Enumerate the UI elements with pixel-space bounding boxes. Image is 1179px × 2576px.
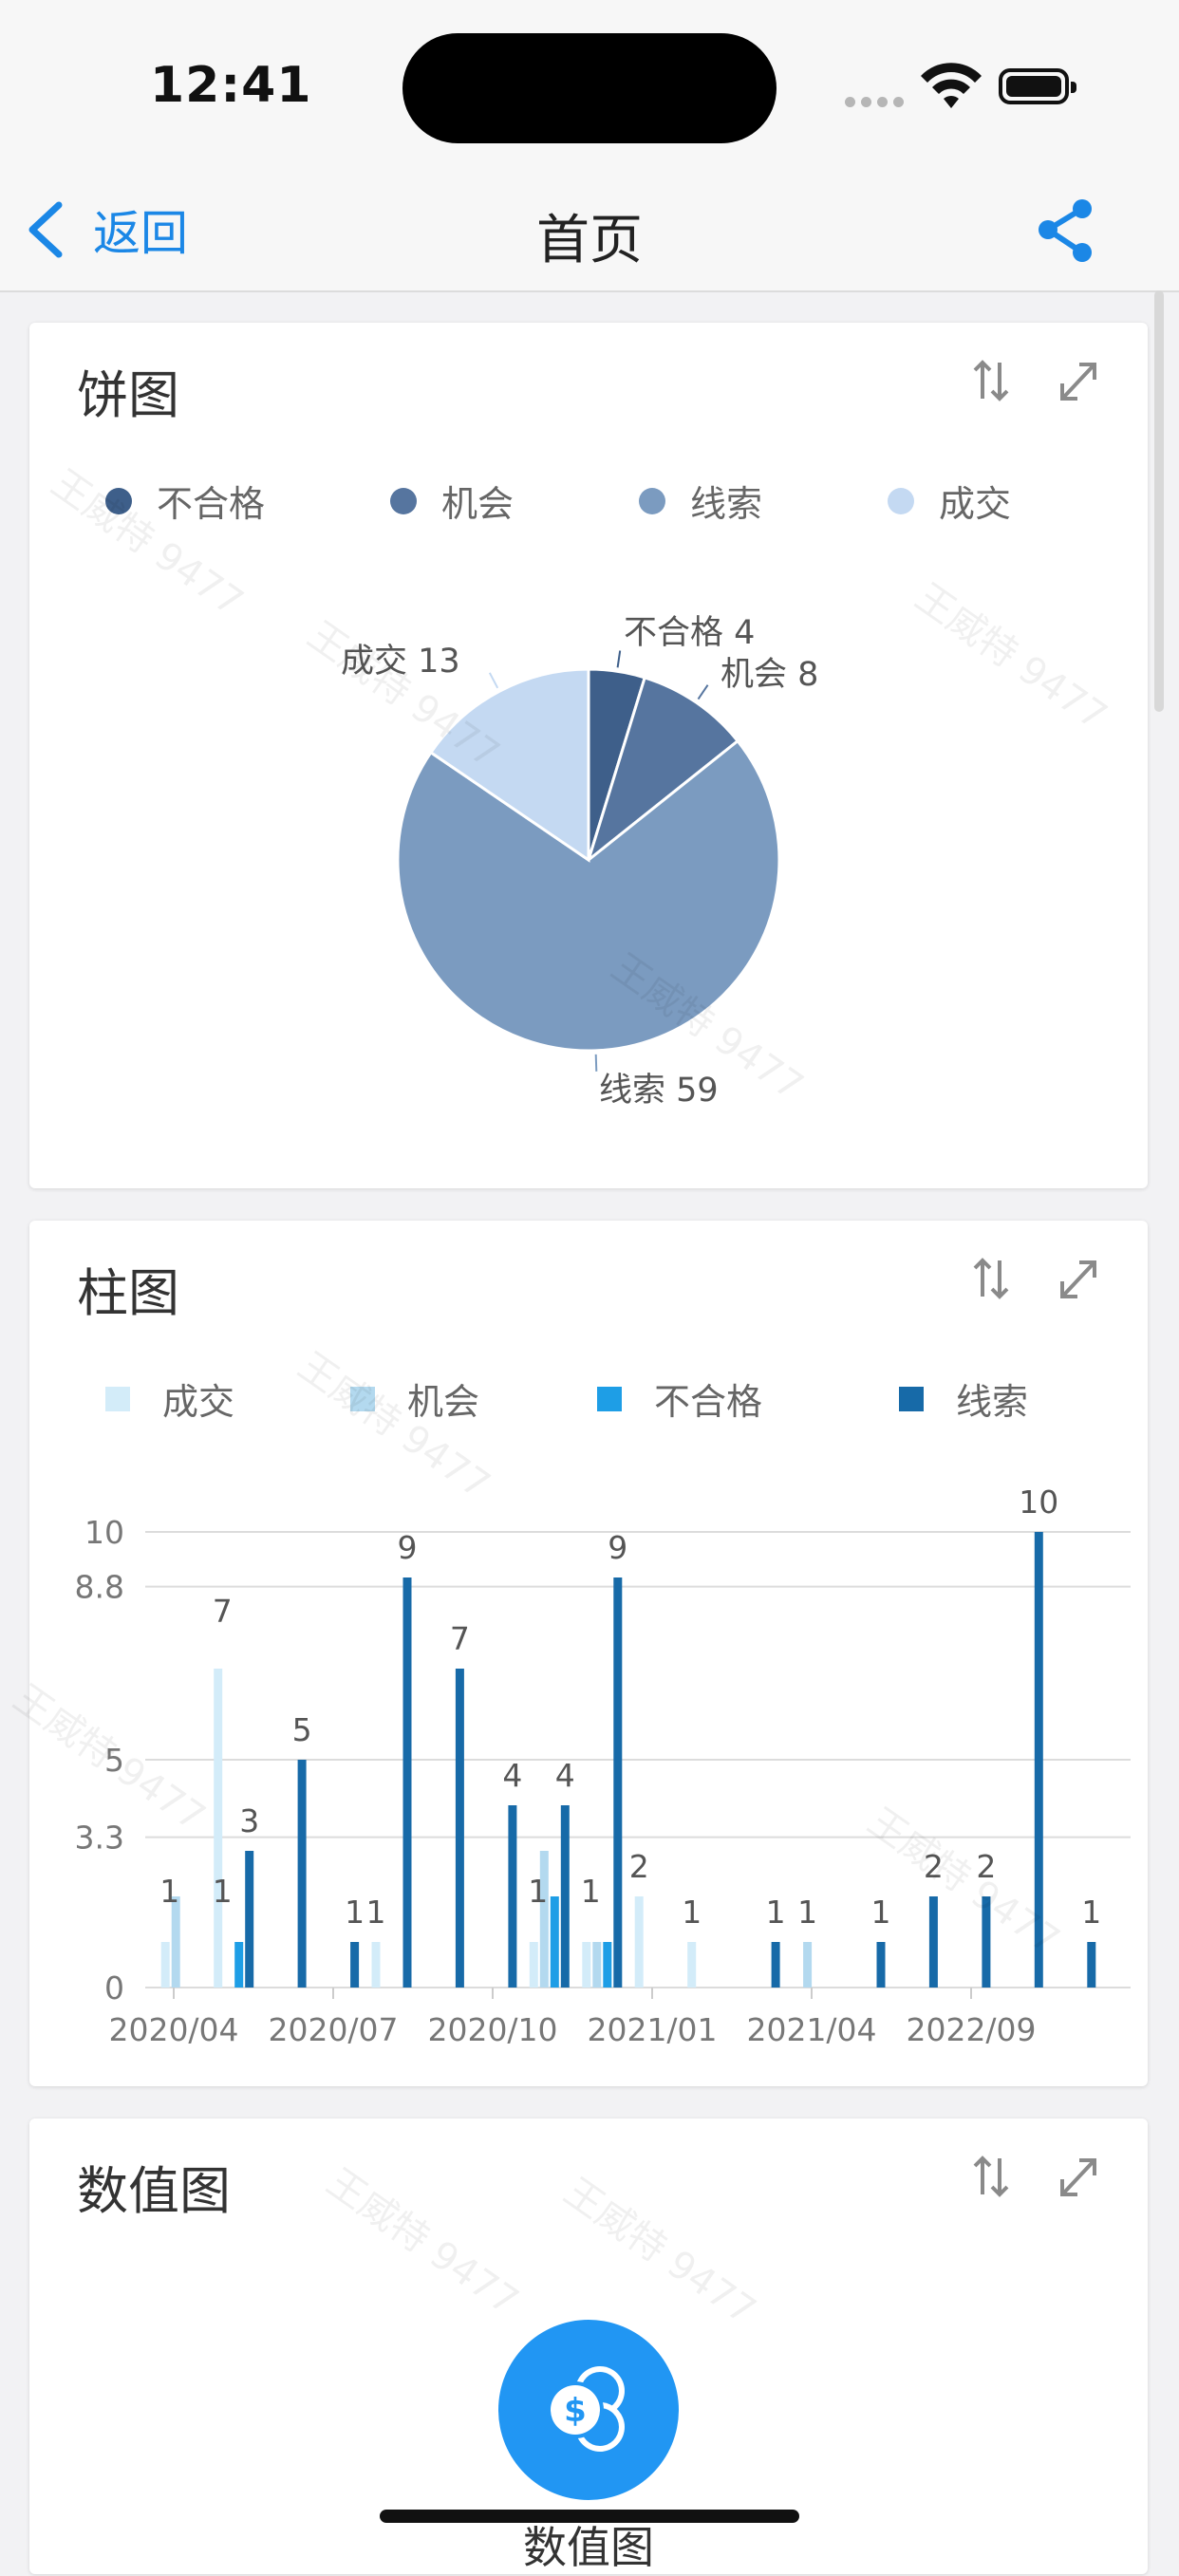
bar[interactable] [603,1942,612,1988]
pie-chart: 不合格 4 机会 8 线索 59 成交 13 [341,614,818,1110]
bar[interactable] [613,1577,623,1988]
x-tick-label: 2020/07 [268,2011,398,2048]
bar[interactable] [245,1851,254,1988]
coins-icon: $ [547,2366,625,2452]
pie-label-unqualified: 不合格 4 [624,614,755,652]
bar-value-label: 1 [581,1873,601,1910]
status-time: 12:41 [150,57,312,114]
share-icon[interactable] [1033,197,1099,264]
bar[interactable] [1034,1532,1043,1988]
bar-chart: 10 8.8 5 3.3 0 2020/04 2020/07 2020/10 2021/01 2… [75,1484,1131,2048]
x-tick-label: 2020/10 [427,2011,557,2048]
pie-leader-line [697,684,709,700]
bar[interactable] [560,1805,570,1988]
pie-leader-line [616,650,622,668]
bar[interactable] [455,1669,464,1988]
bar-value-label: 1 [213,1873,233,1910]
bar[interactable] [550,1896,559,1988]
bar-value-label: 3 [239,1802,259,1839]
value-chart-card: 数值图 $ 数值图 [29,2119,1148,2574]
x-tick-label: 2021/01 [587,2011,717,2048]
bar-chart-card: 柱图 成交 机会 不合格 线索 10 8.8 5 3.3 0 2020/04 2020/0… [29,1221,1148,2086]
pie-chart-card: 饼图 不合格 机会 线索 成交 不合格 4 机会 8 线索 59 成交 13 [29,323,1148,1188]
bar[interactable] [529,1942,538,1988]
bar-value-label: 10 [1019,1484,1058,1521]
y-tick-label: 8.8 [75,1569,124,1606]
pie-label-lead: 线索 59 [599,1072,719,1110]
bar-value-label: 2 [976,1848,996,1885]
bar-value-label: 4 [555,1757,575,1794]
y-tick-label: 3.3 [75,1820,124,1857]
bar[interactable] [297,1760,307,1988]
bar[interactable] [539,1851,549,1988]
y-tick-label: 0 [104,1969,124,2007]
bar[interactable] [214,1669,223,1988]
bar[interactable] [928,1896,938,1988]
navigation-bar: 返回 首页 [0,171,1179,292]
bar[interactable] [687,1942,697,1988]
bar[interactable] [771,1942,780,1988]
bar[interactable] [350,1942,360,1988]
bar[interactable] [876,1942,886,1988]
bar-value-label: 1 [682,1894,702,1931]
bar-value-label: 1 [871,1894,891,1931]
battery-icon [999,68,1076,104]
bar-value-label: 9 [398,1529,418,1566]
bar[interactable] [982,1896,991,1988]
scrollbar[interactable] [1154,290,1164,712]
bar[interactable] [508,1805,517,1988]
value-card-title: 数值图 [77,2161,231,2221]
bar-value-label: 5 [292,1711,312,1748]
bar-value-label: 4 [502,1757,522,1794]
pie-label-opportunity: 机会 8 [720,656,818,694]
bar-value-label: 9 [608,1529,627,1566]
expand-icon[interactable] [1057,2153,1100,2200]
bar-value-label: 7 [450,1620,470,1657]
bar[interactable] [402,1577,412,1988]
bar-value-label: 1 [366,1894,386,1931]
bar[interactable] [171,1896,180,1988]
bar[interactable] [592,1942,602,1988]
bar-value-label: 1 [345,1894,365,1931]
bar[interactable] [1087,1942,1096,1988]
bar-value-label: 7 [213,1593,233,1630]
x-tick-label: 2020/04 [108,2011,238,2048]
sort-icon[interactable] [969,2153,1013,2200]
bar[interactable] [160,1942,170,1988]
bar[interactable] [371,1942,381,1988]
y-tick-label: 5 [104,1742,124,1779]
bar[interactable] [634,1896,644,1988]
pie-label-deal: 成交 13 [341,643,460,681]
x-tick-label: 2022/09 [906,2011,1036,2048]
dynamic-island [402,33,777,143]
bar-value-label: 1 [528,1873,548,1910]
pie-leader-line [488,672,499,689]
bar-value-label: 1 [797,1894,817,1931]
bar[interactable] [582,1942,591,1988]
bar-value-label: 2 [924,1848,944,1885]
x-tick-label: 2021/04 [746,2011,876,2048]
status-bar: 12:41 [0,0,1179,171]
page-title: 首页 [536,210,643,271]
cellular-signal-icon [845,93,909,111]
bar-value-label: 1 [1081,1894,1101,1931]
wifi-icon [921,63,982,108]
bar-value-label: 1 [766,1894,786,1931]
svg-text:$: $ [564,2392,587,2430]
value-icon-circle: $ [498,2320,679,2500]
bar[interactable] [234,1942,244,1988]
bar-value-label: 1 [159,1873,179,1910]
bar[interactable] [803,1942,813,1988]
bar-value-label: 2 [629,1848,649,1885]
y-tick-label: 10 [84,1514,124,1551]
home-indicator [380,2510,799,2523]
pie-leader-line [594,1054,598,1072]
